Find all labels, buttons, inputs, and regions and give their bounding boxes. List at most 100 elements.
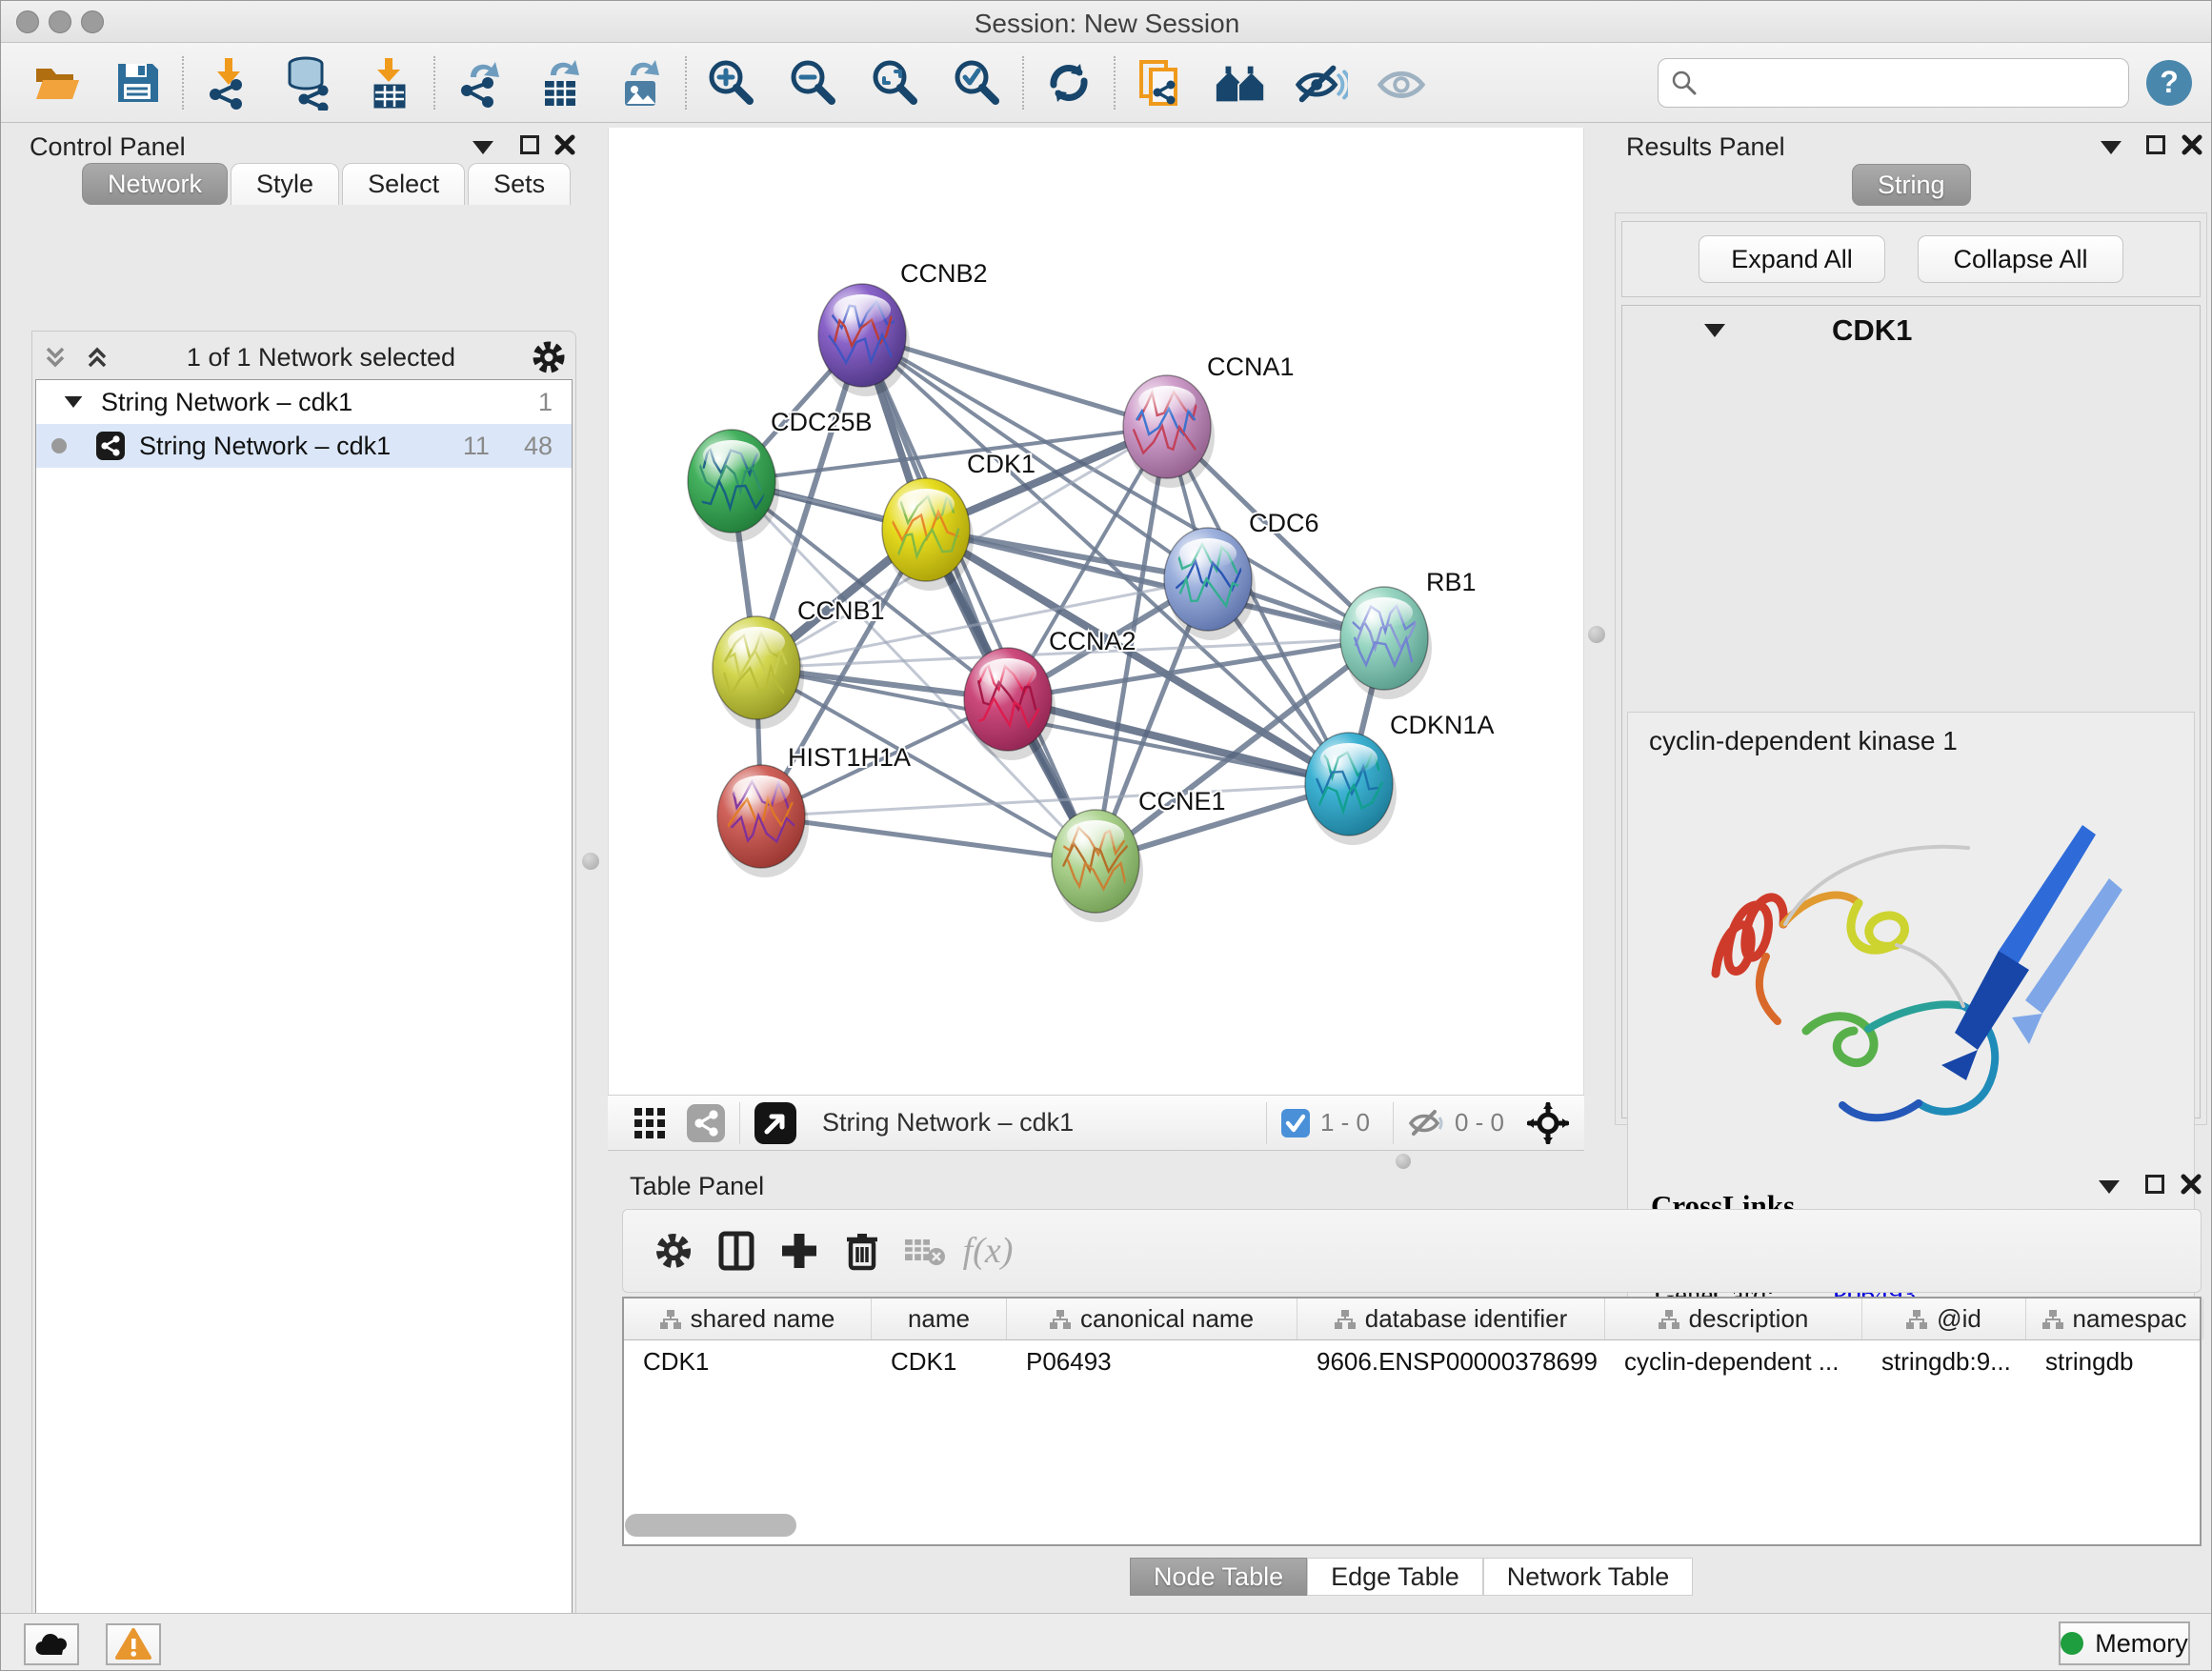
column-header-shared-name[interactable]: shared name [624, 1299, 872, 1339]
grid-view-icon[interactable] [631, 1104, 669, 1142]
network-edge[interactable] [761, 816, 1096, 861]
tab-string[interactable]: String [1852, 164, 1971, 206]
network-node-rb1[interactable]: RB1 [1340, 568, 1477, 699]
node-label: CDC6 [1249, 509, 1319, 537]
results-actions: Expand All Collapse All [1621, 221, 2201, 297]
table-cell[interactable]: CDK1 [624, 1340, 872, 1382]
import-table-file-icon[interactable] [361, 55, 416, 111]
column-type-icon [2042, 1310, 2063, 1329]
gear-icon[interactable] [531, 339, 567, 375]
fit-content-crosshair-icon[interactable] [1527, 1102, 1569, 1144]
zoom-out-icon[interactable] [786, 55, 841, 111]
table-cell[interactable]: P06493 [1007, 1340, 1297, 1382]
panel-float-icon[interactable] [2146, 135, 2165, 154]
main-toolbar: ? [1, 43, 2212, 123]
show-columns-icon[interactable] [705, 1222, 768, 1279]
help-button[interactable]: ? [2146, 60, 2192, 106]
toolbar-separator [1022, 56, 1024, 110]
export-network-icon[interactable] [452, 55, 508, 111]
column-header-database-identifier[interactable]: database identifier [1297, 1299, 1605, 1339]
memory-button[interactable]: Memory [2059, 1621, 2190, 1665]
search-input[interactable] [1699, 68, 2099, 97]
selected-checkbox-icon[interactable] [1280, 1108, 1311, 1138]
column-header-name[interactable]: name [872, 1299, 1007, 1339]
panel-menu-icon[interactable] [473, 141, 493, 154]
panel-float-icon[interactable] [520, 135, 539, 154]
zoom-selected-icon[interactable] [950, 55, 1005, 111]
tab-node-table[interactable]: Node Table [1130, 1558, 1307, 1596]
table-cell[interactable]: CDK1 [872, 1340, 1007, 1382]
toolbar-separator [1114, 56, 1116, 110]
tab-sets[interactable]: Sets [468, 163, 571, 205]
import-network-database-icon[interactable] [281, 55, 336, 111]
duplicate-network-icon[interactable] [1133, 55, 1188, 111]
show-eye-icon[interactable] [1373, 55, 1428, 111]
add-column-icon[interactable] [768, 1222, 831, 1279]
network-canvas[interactable]: CCNB2CCNA1CDC25BCDK1CDC6RB1CCNB1CCNA2CDK… [608, 128, 1584, 1095]
warnings-button[interactable] [106, 1623, 161, 1665]
network-edge[interactable] [862, 335, 1096, 861]
hidden-eye-icon[interactable] [1407, 1107, 1445, 1139]
tab-network-table[interactable]: Network Table [1483, 1558, 1694, 1596]
delete-column-icon[interactable] [831, 1222, 894, 1279]
horizontal-scrollbar-thumb[interactable] [625, 1514, 796, 1537]
panel-close-icon[interactable] [2181, 133, 2203, 156]
tab-style[interactable]: Style [231, 163, 339, 205]
hide-selected-icon[interactable] [1293, 55, 1348, 111]
refresh-icon[interactable] [1041, 55, 1096, 111]
table-row[interactable]: CDK1CDK1P064939606.ENSP00000378699cyclin… [624, 1340, 2200, 1382]
search-icon [1670, 69, 1699, 97]
column-header-namespac[interactable]: namespac [2026, 1299, 2203, 1339]
table-cell[interactable]: stringdb:9... [1862, 1340, 2026, 1382]
left-splitter-handle[interactable] [582, 853, 599, 870]
zoom-fit-icon[interactable] [868, 55, 923, 111]
network-type-icon [95, 431, 126, 461]
panel-menu-icon[interactable] [2099, 1180, 2120, 1194]
control-panel-tabs: NetworkStyleSelectSets [82, 163, 571, 205]
zoom-in-icon[interactable] [704, 55, 759, 111]
network-node-ccne1[interactable]: CCNE1 [1052, 787, 1226, 922]
node-table: shared namenamecanonical namedatabase id… [622, 1297, 2202, 1546]
table-settings-gear-icon[interactable] [642, 1222, 705, 1279]
panel-close-icon[interactable] [2180, 1173, 2202, 1196]
table-cell[interactable]: stringdb [2026, 1340, 2203, 1382]
toolbar-separator [182, 56, 184, 110]
network-node-count: 11 [463, 432, 490, 461]
entry-header[interactable]: CDK1 [1622, 306, 2200, 355]
save-session-icon[interactable] [110, 55, 165, 111]
column-header-description[interactable]: description [1605, 1299, 1862, 1339]
tab-edge-table[interactable]: Edge Table [1307, 1558, 1483, 1596]
expand-all-icon[interactable] [83, 343, 111, 372]
open-session-icon[interactable] [30, 55, 85, 111]
home-networks-icon[interactable] [1213, 55, 1268, 111]
panel-close-icon[interactable] [553, 133, 576, 156]
birds-eye-view-icon[interactable] [754, 1101, 797, 1145]
right-splitter-handle[interactable] [1588, 626, 1605, 643]
network-node-ccnb2[interactable]: CCNB2 [818, 259, 988, 396]
expand-all-button[interactable]: Expand All [1699, 235, 1885, 283]
tree-expander-icon[interactable] [65, 396, 83, 408]
table-cell[interactable]: cyclin-dependent ... [1605, 1340, 1862, 1382]
network-collection-row[interactable]: String Network – cdk1 1 [36, 380, 572, 424]
node-label: RB1 [1426, 568, 1477, 596]
export-table-icon[interactable] [533, 55, 588, 111]
collapse-all-button[interactable]: Collapse All [1918, 235, 2123, 283]
column-type-icon [1659, 1310, 1679, 1329]
collapse-all-icon[interactable] [41, 343, 70, 372]
table-cell[interactable]: 9606.ENSP00000378699 [1297, 1340, 1605, 1382]
import-network-file-icon[interactable] [201, 55, 256, 111]
entry-expander-icon[interactable] [1704, 324, 1725, 337]
results-entry: CDK1 cyclin-dependent kinase 1 [1621, 305, 2201, 1118]
column-header-canonical-name[interactable]: canonical name [1007, 1299, 1297, 1339]
network-node-cdkn1a[interactable]: CDKN1A [1305, 711, 1495, 845]
panel-float-icon[interactable] [2145, 1175, 2164, 1194]
tab-select[interactable]: Select [342, 163, 465, 205]
network-view-icon[interactable] [686, 1103, 726, 1143]
column-header--id[interactable]: @id [1862, 1299, 2026, 1339]
export-image-icon[interactable] [613, 55, 668, 111]
network-node-cdc6[interactable]: CDC6 [1164, 509, 1319, 640]
cloud-button[interactable] [24, 1623, 79, 1665]
panel-menu-icon[interactable] [2101, 141, 2122, 154]
network-row-selected[interactable]: String Network – cdk1 11 48 [36, 424, 572, 468]
tab-network[interactable]: Network [82, 163, 228, 205]
